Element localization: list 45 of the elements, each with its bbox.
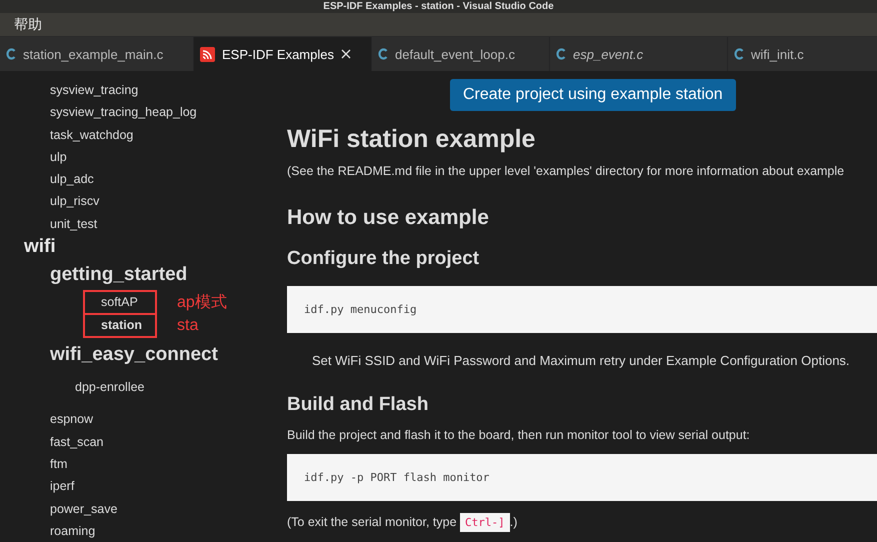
annotation-text: sta xyxy=(177,316,198,335)
paragraph: Set WiFi SSID and WiFi Password and Maximum retry under Example Configuration Options. xyxy=(312,353,851,368)
example-item[interactable]: ulp xyxy=(50,146,67,168)
subsection-heading: Configure the project xyxy=(287,248,480,270)
editor-tab[interactable]: default_event_loop.c xyxy=(372,37,550,71)
example-item[interactable]: ulp_riscv xyxy=(50,190,100,213)
editor-tab[interactable]: ESP-IDF Examples xyxy=(194,37,372,71)
example-item[interactable]: task_watchdog xyxy=(50,124,134,146)
example-item[interactable]: sysview_tracing_heap_log xyxy=(50,101,197,124)
example-item[interactable]: station xyxy=(83,313,157,338)
example-item[interactable]: power_save xyxy=(50,498,118,520)
paragraph: (See the README.md file in the upper level 'examples' directory for more information about example xyxy=(287,164,846,178)
menu-item[interactable]: 帮助 xyxy=(14,16,42,34)
group-heading: getting_started xyxy=(50,263,188,288)
example-item[interactable]: unit_test xyxy=(50,212,98,236)
example-item[interactable]: ftm xyxy=(50,452,68,476)
editor-tab[interactable]: wifi_init.c xyxy=(728,37,877,71)
create-project-button[interactable]: Create project using example station xyxy=(450,79,736,111)
section-heading: How to use example xyxy=(287,206,490,230)
example-item[interactable]: softAP xyxy=(83,290,157,316)
c-file-icon xyxy=(378,48,388,60)
paragraph: Build the project and flash it to the board, then run monitor tool to view serial output: xyxy=(287,428,751,442)
editor-tab[interactable]: station_example_main.c xyxy=(0,37,194,71)
code-block: idf.py menuconfig xyxy=(287,286,877,333)
annotation-text: ap模式 xyxy=(177,292,227,314)
c-file-icon xyxy=(556,48,566,60)
subsection-heading: Build and Flash xyxy=(287,394,430,416)
group-heading: wifi_easy_connect xyxy=(50,343,218,368)
example-item[interactable]: iperf xyxy=(50,475,74,498)
example-item[interactable]: ulp_adc xyxy=(50,168,94,190)
window-title: ESP-IDF Examples - station - Visual Studio Code xyxy=(323,0,554,12)
category-heading: wifi xyxy=(24,235,56,258)
code-block: idf.py -p PORT flash monitor xyxy=(287,454,877,501)
example-item[interactable]: fast_scan xyxy=(50,430,104,453)
inline-code: Ctrl-] xyxy=(460,513,510,532)
example-item[interactable]: roaming xyxy=(50,520,96,542)
c-file-icon xyxy=(734,48,744,60)
example-item[interactable]: dpp-enrollee xyxy=(75,376,144,398)
editor-tab[interactable]: esp_event.c xyxy=(550,37,728,71)
close-icon[interactable] xyxy=(340,49,351,59)
paragraph: (To exit the serial monitor, type Ctrl-] .) xyxy=(287,515,877,529)
example-item[interactable]: sysview_tracing xyxy=(50,79,138,102)
page-heading: WiFi station example xyxy=(287,125,536,154)
example-item[interactable]: espnow xyxy=(50,408,94,431)
c-file-icon xyxy=(6,48,16,60)
